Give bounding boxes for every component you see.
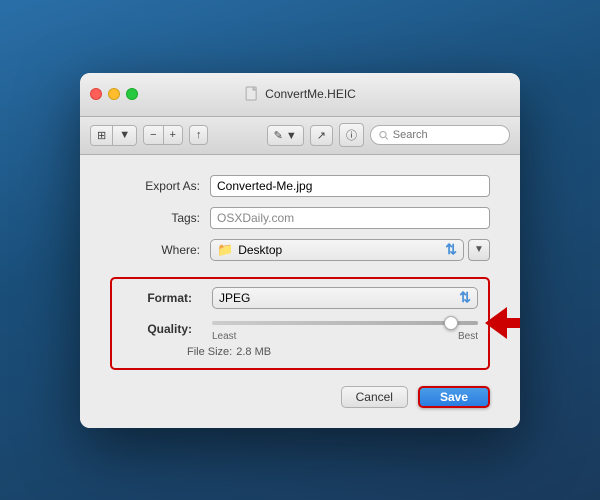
- where-select-inner: 📁 Desktop: [217, 242, 282, 258]
- minimize-button[interactable]: [108, 88, 120, 100]
- cancel-button[interactable]: Cancel: [341, 386, 408, 408]
- search-icon: [379, 130, 389, 141]
- zoom-out-button[interactable]: −: [144, 126, 163, 144]
- expand-button[interactable]: ▼: [468, 239, 490, 261]
- quality-least-label: Least: [212, 331, 236, 342]
- close-button[interactable]: [90, 88, 102, 100]
- edit-group[interactable]: ✎ ▼: [267, 125, 304, 146]
- quality-slider-wrap: Least Best: [212, 317, 478, 342]
- list-view-button[interactable]: ▼: [113, 126, 136, 145]
- export-as-input[interactable]: [210, 175, 490, 197]
- save-button[interactable]: Save: [418, 386, 490, 408]
- buttons-row: Cancel Save: [110, 382, 490, 408]
- window-title: ConvertMe.HEIC: [244, 86, 356, 102]
- edit-button[interactable]: ✎ ▼: [268, 126, 303, 145]
- quality-best-label: Best: [458, 331, 478, 342]
- file-size-value: 2.8 MB: [236, 346, 271, 358]
- where-value: Desktop: [238, 243, 282, 257]
- file-size-row: File Size: 2.8 MB: [122, 346, 478, 358]
- tags-input[interactable]: [210, 207, 490, 229]
- export-as-row: Export As:: [110, 175, 490, 197]
- share-icon-button[interactable]: ↗: [310, 125, 333, 146]
- export-as-label: Export As:: [110, 179, 200, 193]
- maximize-button[interactable]: [126, 88, 138, 100]
- file-size-label: File Size:: [187, 346, 232, 358]
- zoom-in-button[interactable]: +: [164, 126, 182, 144]
- format-value: JPEG: [219, 291, 250, 305]
- format-section: Format: JPEG ⇅ Quality:: [110, 277, 490, 370]
- grid-view-button[interactable]: ⊞: [91, 126, 113, 145]
- share-button[interactable]: ↑: [189, 125, 209, 145]
- where-select-wrap: 📁 Desktop ⇅ ▼: [210, 239, 490, 261]
- slider-thumb[interactable]: [444, 316, 458, 330]
- title-text: ConvertMe.HEIC: [265, 87, 356, 101]
- format-chevron-icon: ⇅: [459, 289, 471, 306]
- search-input[interactable]: [393, 129, 501, 141]
- traffic-lights: [90, 88, 138, 100]
- arrow-head: [485, 307, 507, 339]
- where-label: Where:: [110, 243, 200, 257]
- format-select[interactable]: JPEG ⇅: [212, 287, 478, 309]
- arrow-shaft: [507, 318, 520, 328]
- file-icon: [244, 86, 260, 102]
- where-row: Where: 📁 Desktop ⇅ ▼: [110, 239, 490, 261]
- quality-slider[interactable]: [212, 321, 478, 325]
- folder-icon: 📁: [217, 242, 233, 258]
- quality-label: Quality:: [147, 322, 192, 336]
- info-button[interactable]: ⓘ: [339, 123, 364, 147]
- toolbar: ⊞ ▼ − + ↑ ✎ ▼ ↗ ⓘ: [80, 117, 520, 155]
- dialog-body: Export As: Tags: Where: 📁 Desktop ⇅ ▼: [80, 155, 520, 428]
- search-box[interactable]: [370, 125, 510, 145]
- zoom-group[interactable]: − +: [143, 125, 183, 145]
- format-section-wrapper: Format: JPEG ⇅ Quality:: [110, 277, 490, 370]
- where-select[interactable]: 📁 Desktop ⇅: [210, 239, 464, 261]
- titlebar: ConvertMe.HEIC: [80, 73, 520, 117]
- tags-row: Tags:: [110, 207, 490, 229]
- view-toggle-group[interactable]: ⊞ ▼: [90, 125, 137, 146]
- where-chevron-icon: ⇅: [445, 241, 457, 258]
- format-label: Format:: [147, 291, 192, 305]
- tags-label: Tags:: [110, 211, 200, 225]
- format-row: Format: JPEG ⇅: [122, 287, 478, 309]
- red-arrow: [485, 307, 520, 339]
- slider-labels: Least Best: [212, 331, 478, 342]
- main-window: ConvertMe.HEIC ⊞ ▼ − + ↑ ✎ ▼ ↗ ⓘ: [80, 73, 520, 428]
